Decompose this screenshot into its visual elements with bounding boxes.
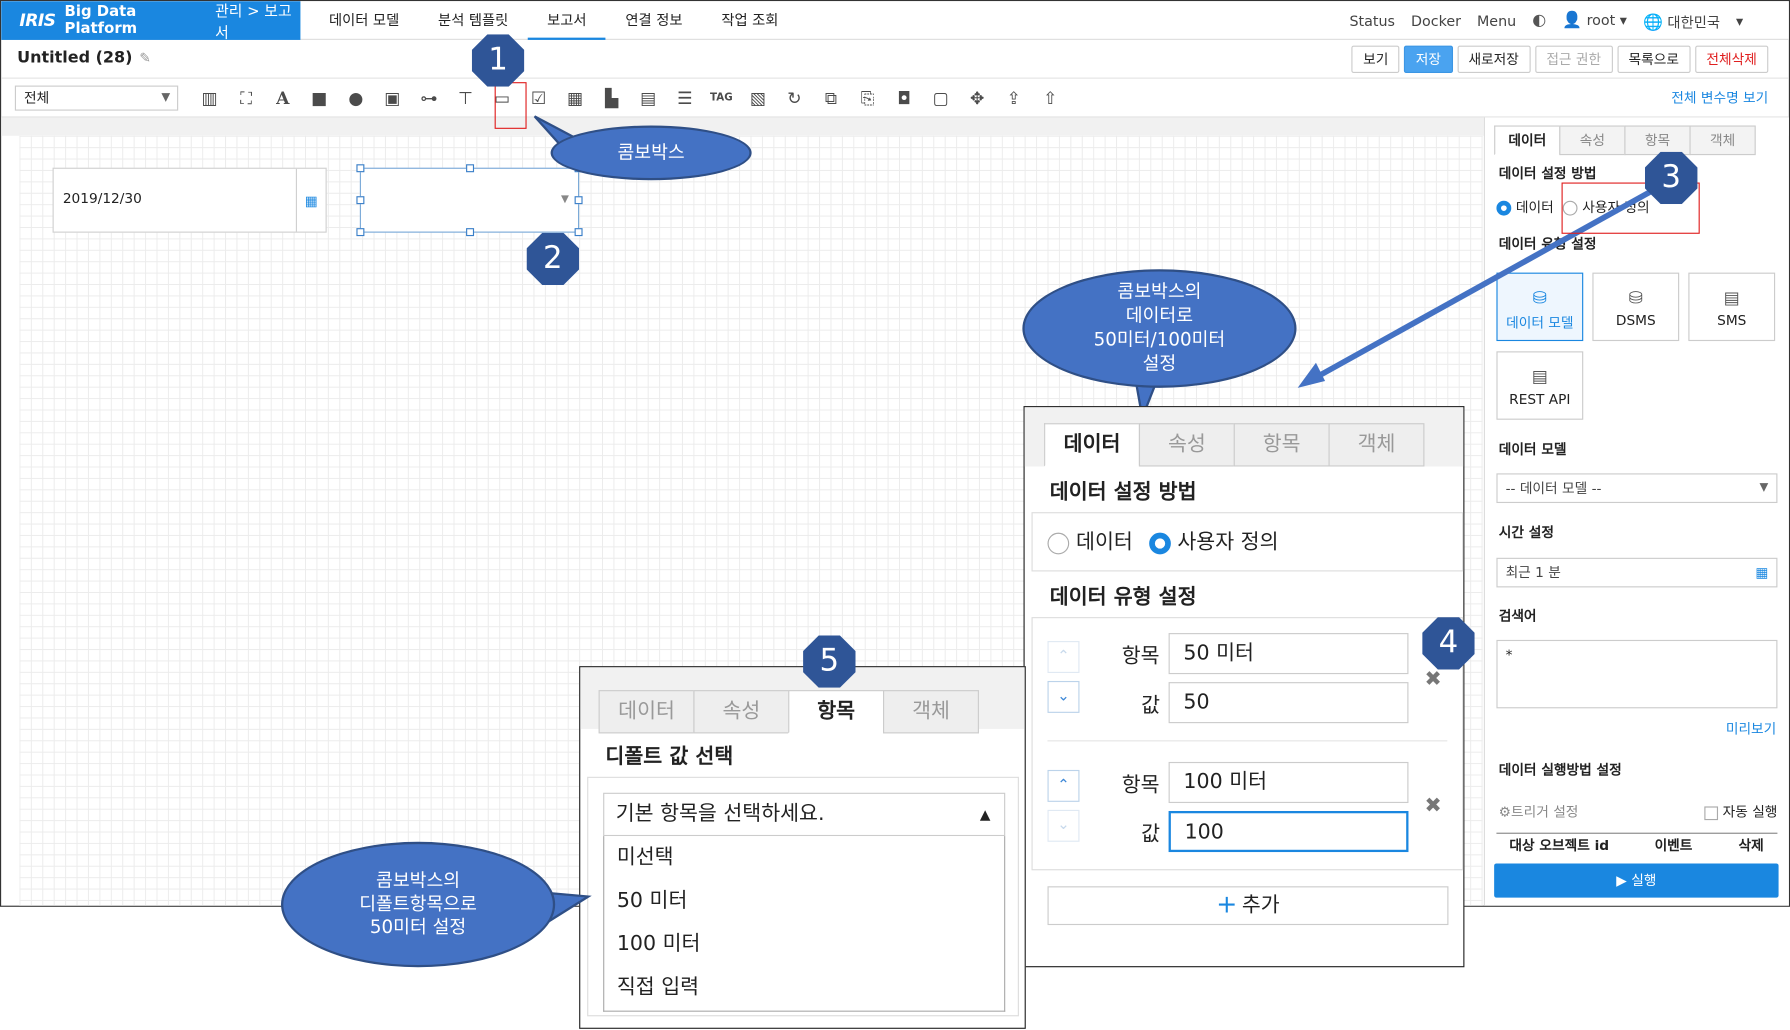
default-note-line-2: 디폴트항목으로: [359, 892, 477, 915]
step-marker-2: 2: [526, 232, 580, 286]
zoom-radio-row: 데이터 사용자 정의: [1047, 526, 1278, 556]
default-value-label: 디폴트 값 선택: [605, 744, 734, 769]
combobox-tool-highlight: [494, 82, 527, 129]
zoomed-items-panel: 데이터 속성 항목 객체 디폴트 값 선택 기본 항목을 선택하세요. ▲ 미선…: [579, 666, 1026, 1029]
default-note-line-3: 50미터 설정: [369, 916, 467, 939]
item-input-1-value: 50 미터: [1183, 641, 1254, 665]
zoom-tab-objects[interactable]: 객체: [1328, 423, 1425, 467]
zoom-panel-tabs: 데이터 속성 항목 객체: [1044, 423, 1425, 467]
data-note-line-3: 50미터/100미터: [1093, 328, 1226, 351]
zoom-tab-data[interactable]: 데이터: [1044, 423, 1141, 467]
value-label: 값: [1141, 822, 1161, 847]
zoom-tab-properties[interactable]: 속성: [1138, 423, 1235, 467]
combobox-callout-text: 콤보박스: [617, 140, 685, 163]
value-input-2-value: 100: [1184, 820, 1224, 845]
combobox-callout: 콤보박스: [550, 125, 752, 181]
move-down-button[interactable]: ⌄: [1047, 680, 1080, 713]
value-label: 값: [1141, 693, 1161, 718]
value-input-2[interactable]: 100: [1168, 810, 1409, 853]
items-tab-objects[interactable]: 객체: [883, 690, 979, 734]
zoom-setting-method-label: 데이터 설정 방법: [1049, 480, 1197, 505]
plus-icon: +: [1216, 890, 1238, 920]
value-input-1[interactable]: 50: [1168, 682, 1409, 724]
add-entry-button[interactable]: + 추가: [1047, 886, 1449, 926]
option-50m[interactable]: 50 미터: [604, 879, 1004, 922]
zoom-data-type-label: 데이터 유형 설정: [1049, 585, 1197, 610]
item-label: 항목: [1121, 644, 1160, 669]
items-panel-tabs: 데이터 속성 항목 객체: [598, 690, 979, 734]
arrow-head: [1297, 362, 1326, 388]
item-input-2[interactable]: 100 미터: [1168, 761, 1409, 804]
move-down-button[interactable]: ⌄: [1047, 809, 1080, 842]
items-tab-data[interactable]: 데이터: [598, 690, 695, 734]
default-note-line-1: 콤보박스의: [376, 868, 461, 891]
move-up-button[interactable]: ⌃: [1047, 641, 1080, 673]
default-item-dropdown-value: 기본 항목을 선택하세요.: [615, 801, 825, 826]
option-direct-input[interactable]: 직접 입력: [604, 966, 1004, 1009]
close-icon[interactable]: ✖: [1424, 667, 1441, 691]
data-note-line-4: 설정: [1142, 352, 1177, 374]
value-input-1-value: 50: [1183, 690, 1210, 715]
zoom-radio-data-label: 데이터: [1076, 530, 1133, 555]
zoom-radio-data[interactable]: 데이터: [1047, 526, 1133, 556]
data-note-line-2: 데이터로: [1125, 304, 1194, 327]
items-tab-properties[interactable]: 속성: [693, 690, 790, 734]
close-icon[interactable]: ✖: [1424, 794, 1441, 818]
add-entry-label: 추가: [1241, 893, 1280, 918]
option-100m[interactable]: 100 미터: [604, 923, 1004, 966]
move-up-button[interactable]: ⌃: [1047, 769, 1080, 802]
item-input-1[interactable]: 50 미터: [1168, 633, 1409, 675]
radio-empty-icon: [1047, 532, 1070, 554]
screenshot-stage: IRIS Big Data Platform 관리 > 보고서 데이터 모델 분…: [0, 0, 1790, 1030]
zoom-tab-items[interactable]: 항목: [1233, 423, 1330, 467]
item-label: 항목: [1121, 773, 1160, 798]
data-note-line-1: 콤보박스의: [1117, 281, 1202, 303]
default-item-dropdown[interactable]: 기본 항목을 선택하세요. ▲: [603, 792, 1006, 837]
step-marker-3: 3: [1644, 151, 1698, 205]
default-note-callout: 콤보박스의 디폴트항목으로 50미터 설정: [281, 841, 556, 968]
item-input-2-value: 100 미터: [1183, 769, 1268, 794]
radio-selected-icon: [1148, 532, 1171, 554]
data-note-callout: 콤보박스의 데이터로 50미터/100미터 설정: [1022, 269, 1297, 388]
zoomed-data-panel: 데이터 속성 항목 객체 데이터 설정 방법 데이터 사용자 정의 데이터 유형…: [1023, 406, 1465, 968]
default-item-options: 미선택 50 미터 100 미터 직접 입력: [603, 836, 1006, 1012]
items-tab-items[interactable]: 항목: [788, 690, 885, 734]
chevron-up-icon: ▲: [979, 806, 991, 823]
option-none[interactable]: 미선택: [604, 836, 1004, 879]
zoom-radio-custom[interactable]: 사용자 정의: [1148, 526, 1279, 556]
row-divider: [1047, 740, 1448, 742]
zoom-radio-custom-label: 사용자 정의: [1177, 530, 1279, 555]
